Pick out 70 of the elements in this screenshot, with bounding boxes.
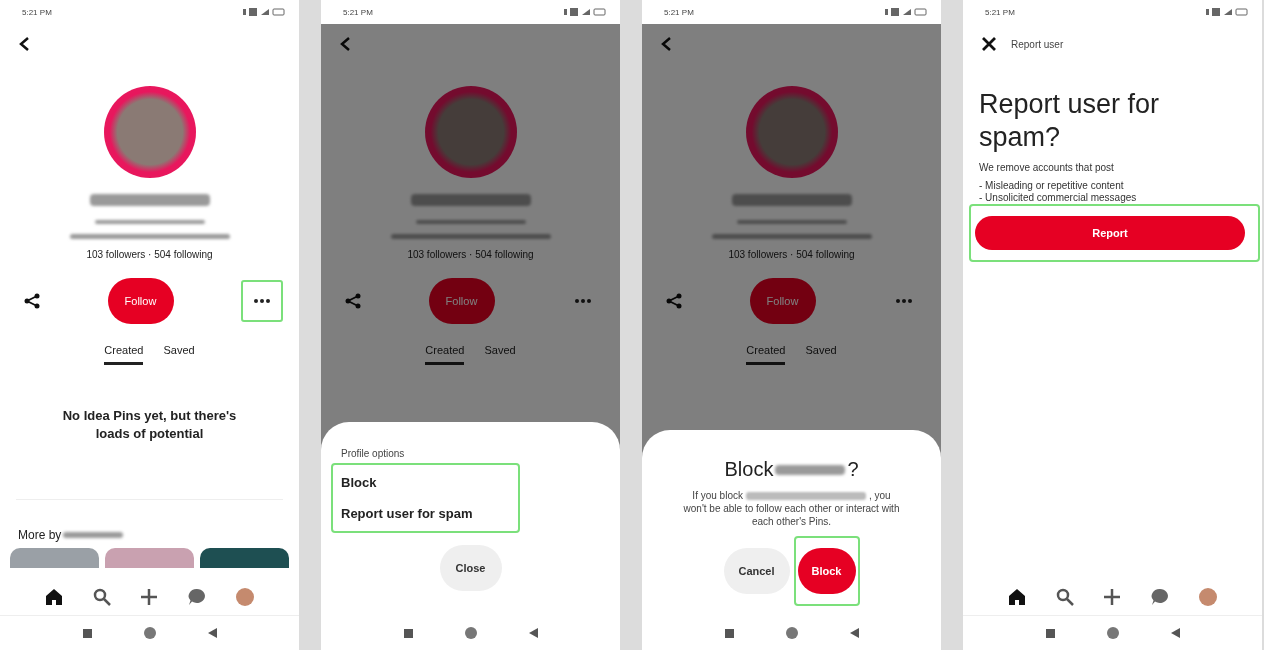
profile-tab[interactable]: Created — [425, 338, 465, 365]
profile-tab[interactable]: Created — [746, 338, 786, 365]
avatar-icon[interactable] — [1199, 588, 1218, 606]
more-dots-icon — [896, 299, 912, 303]
follow-button[interactable]: Follow — [107, 278, 174, 324]
follower-stats: 103 followers · 504 following — [407, 249, 534, 260]
sheet-option[interactable]: Block — [333, 467, 385, 498]
back-triangle-icon[interactable] — [207, 628, 217, 638]
home-button-icon[interactable] — [464, 627, 477, 639]
follower-stats: 103 followers · 504 following — [86, 249, 213, 260]
status-icons — [1206, 8, 1248, 16]
recents-icon[interactable] — [82, 628, 92, 638]
plus-icon[interactable] — [1103, 588, 1122, 606]
dialog-text: If you block — [692, 489, 743, 502]
share-icon[interactable] — [24, 293, 40, 309]
follow-button[interactable]: Follow — [428, 278, 495, 324]
status-time: 5:21 PM — [985, 7, 1015, 17]
home-button-icon[interactable] — [1106, 627, 1119, 639]
close-button[interactable]: Close — [439, 545, 502, 591]
profile-tab[interactable]: Created — [104, 338, 144, 365]
recents-icon[interactable] — [724, 628, 734, 638]
name-redaction — [63, 532, 124, 538]
dialog-title-mark: ? — [847, 458, 859, 481]
search-icon[interactable] — [92, 588, 111, 606]
block-button[interactable]: Block — [797, 548, 856, 594]
follow-button[interactable]: Follow — [749, 278, 816, 324]
report-bullet: - Misleading or repetitive content — [979, 180, 1125, 192]
status-icons — [564, 8, 606, 16]
empty-message: No Idea Pins yet, but there's loads of potential — [61, 407, 238, 443]
back-triangle-icon[interactable] — [528, 628, 538, 638]
report-button[interactable]: Report — [975, 216, 1245, 250]
cancel-button[interactable]: Cancel — [723, 548, 790, 594]
status-icons — [885, 8, 927, 16]
name-redaction — [775, 464, 846, 475]
back-triangle-icon[interactable] — [849, 628, 859, 638]
recents-icon[interactable] — [1045, 628, 1055, 638]
status-time: 5:21 PM — [22, 7, 52, 17]
report-intro: We remove accounts that post — [979, 162, 1115, 174]
status-time: 5:21 PM — [343, 7, 373, 17]
chat-bubble-icon[interactable] — [188, 588, 207, 606]
avatar-icon[interactable] — [236, 588, 255, 606]
follower-stats: 103 followers · 504 following — [728, 249, 855, 260]
more-by-label: More by — [18, 528, 62, 542]
back-triangle-icon[interactable] — [1170, 628, 1180, 638]
search-icon[interactable] — [1055, 588, 1074, 606]
back-icon[interactable] — [18, 36, 30, 52]
dialog-text: won't be able to follow each other or interact with each other's Pins. — [682, 502, 901, 528]
profile-tab[interactable]: Saved — [484, 338, 516, 365]
dialog-text: , you — [868, 489, 891, 502]
home-button-icon[interactable] — [785, 627, 798, 639]
more-dots-icon — [575, 299, 591, 303]
plus-icon[interactable] — [140, 588, 159, 606]
home-button-icon[interactable] — [143, 627, 156, 639]
profile-tab[interactable]: Saved — [805, 338, 837, 365]
status-time: 5:21 PM — [664, 7, 694, 17]
dialog-title: Block — [724, 458, 774, 481]
report-title: Report user for spam? — [979, 88, 1161, 154]
more-options-button[interactable] — [241, 280, 283, 322]
recents-icon[interactable] — [403, 628, 413, 638]
report-bullet: - Unsolicited commercial messages — [979, 192, 1138, 204]
profile-tab[interactable]: Saved — [163, 338, 195, 365]
header-title: Report user — [1011, 38, 1064, 50]
status-icons — [243, 8, 285, 16]
more-dots-icon — [254, 299, 270, 303]
home-icon[interactable] — [1007, 588, 1026, 606]
sheet-option[interactable]: Report user for spam — [333, 498, 481, 529]
chat-bubble-icon[interactable] — [1151, 588, 1170, 606]
sheet-title: Profile options — [341, 448, 406, 459]
close-icon[interactable] — [981, 36, 997, 52]
home-icon[interactable] — [44, 588, 63, 606]
